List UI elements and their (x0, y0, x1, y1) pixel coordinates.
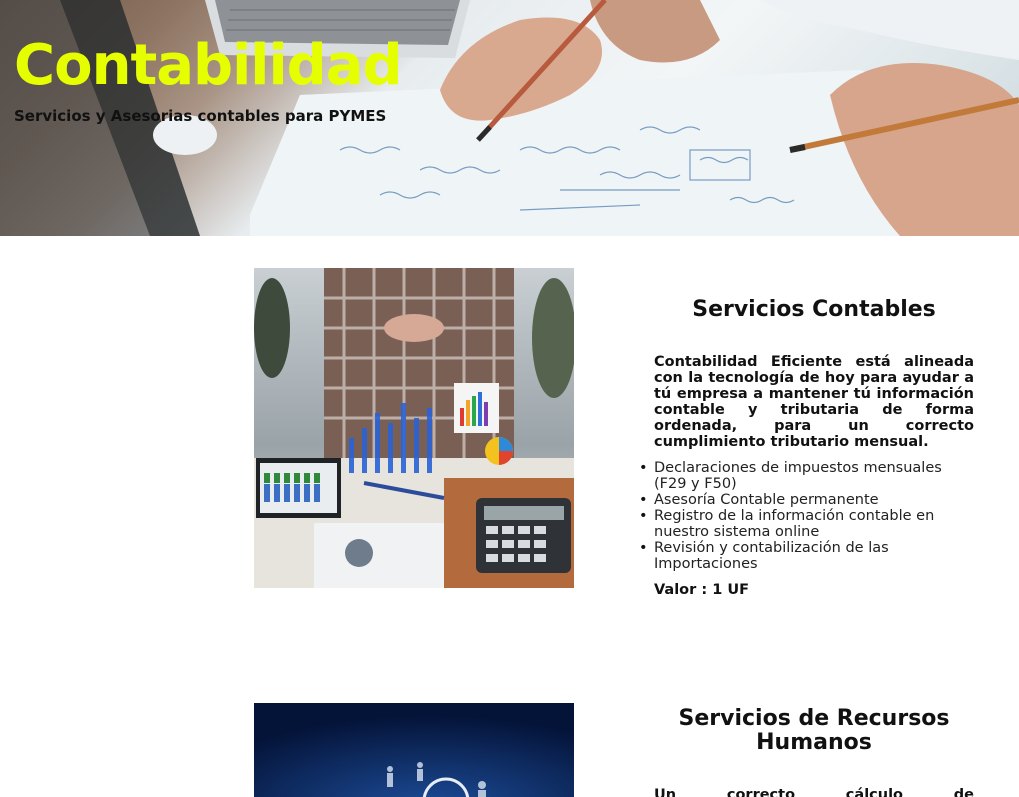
service-description: Un correcto cálculo de las (654, 787, 974, 797)
hero-banner: Contabilidad Servicios y Asesorias conta… (0, 0, 1019, 236)
service-price: Valor : 1 UF (654, 582, 750, 598)
hero-title: Contabilidad (14, 33, 403, 98)
service-accounting: Servicios Contables Contabilidad Eficien… (639, 297, 974, 599)
service-feature-list: Declaraciones de impuestos mensuales (F2… (639, 460, 974, 572)
service-title: Servicios Contables (692, 297, 936, 322)
list-item: Asesoría Contable permanente (639, 492, 974, 508)
hero-subtitle: Servicios y Asesorias contables para PYM… (14, 107, 387, 125)
list-item: Registro de la información contable en n… (639, 508, 974, 540)
service-description: Contabilidad Eficiente está alineada con… (654, 354, 974, 450)
accounting-charts-photo (254, 268, 574, 588)
page: Contabilidad Servicios y Asesorias conta… (0, 0, 1019, 797)
human-resources-network-photo (254, 703, 574, 797)
list-item: Revisión y contabilización de las Import… (639, 540, 974, 572)
service-title: Servicios de Recursos Humanos (678, 706, 950, 755)
service-human-resources: Servicios de Recursos Humanos Un correct… (654, 707, 974, 797)
list-item: Declaraciones de impuestos mensuales (F2… (639, 460, 974, 492)
